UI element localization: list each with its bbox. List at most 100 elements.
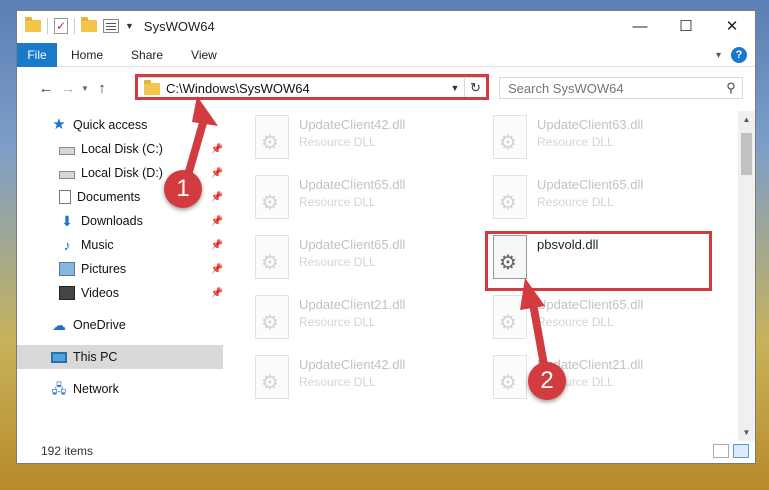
onedrive-icon: ☁ [52,317,66,333]
tab-file[interactable]: File [17,42,57,67]
refresh-icon[interactable]: ↻ [464,78,486,98]
item-count: 192 items [41,444,94,458]
pin-icon[interactable]: 📌 [211,168,223,179]
maximize-button[interactable]: ☐ [663,11,709,41]
file-name: UpdateClient65.dll [537,297,644,312]
back-arrow-icon[interactable]: ← [35,77,57,99]
file-type: Resource DLL [537,135,614,149]
address-bar[interactable]: C:\Windows\SysWOW64 ▼ ↻ [137,77,487,99]
pin-icon[interactable]: 📌 [211,192,223,203]
sidebar-item-label: Quick access [73,118,148,132]
sidebar-item-onedrive[interactable]: ☁ OneDrive [17,313,223,337]
file-item[interactable]: UpdateClient21.dllResource DLL [247,293,477,347]
sidebar-item-label: Local Disk (C:) [81,142,163,156]
navigation-bar: ← → ▼ ↑ C:\Windows\SysWOW64 ▼ ↻ ⚲ [17,73,755,103]
file-name: UpdateClient21.dll [299,297,406,312]
callout-badge-2: 2 [528,362,566,400]
navigation-pane: ★ Quick access Local Disk (C:) 📌 Local D… [17,111,223,441]
toolbar-divider [74,18,75,34]
sidebar-item-label: Music [81,238,114,252]
toolbar-divider [47,18,48,34]
recent-locations-chevron-icon[interactable]: ▼ [79,84,91,93]
file-name: UpdateClient42.dll [299,117,406,132]
sidebar-item-quick-access[interactable]: ★ Quick access [17,113,223,137]
new-folder-icon[interactable] [81,17,97,34]
sidebar-item-label: This PC [73,350,118,364]
sidebar-item-pictures[interactable]: Pictures 📌 [17,257,223,281]
pin-icon[interactable]: 📌 [211,144,223,155]
search-icon[interactable]: ⚲ [720,80,742,96]
dll-file-icon [493,115,527,159]
file-type: Resource DLL [299,375,376,389]
tab-view[interactable]: View [177,48,231,62]
sidebar-item-label: Videos [81,286,119,300]
sidebar-item-label: Documents [77,190,141,204]
sidebar-item-network[interactable]: 🖧 Network [17,377,223,401]
address-folder-icon [144,80,160,95]
view-switcher [709,444,749,458]
scroll-up-arrow-icon[interactable]: ▲ [738,111,755,128]
pin-icon[interactable]: 📌 [211,264,223,275]
file-item-pbsvold[interactable]: pbsvold.dll [485,233,715,287]
file-type: Resource DLL [299,255,376,269]
file-explorer-window: ✓ ▼ SysWOW64 — ☐ ✕ File Home Share View … [16,10,756,464]
file-item[interactable]: UpdateClient21.dllResource DLL [485,353,715,407]
file-name: UpdateClient65.dll [299,177,406,192]
documents-icon [59,190,71,204]
sidebar-item-this-pc[interactable]: This PC [17,345,223,369]
tab-share[interactable]: Share [117,48,177,62]
sidebar-item-label: Network [73,382,119,396]
expand-ribbon-chevron-icon[interactable]: ▾ [716,50,721,61]
tab-home[interactable]: Home [57,48,117,62]
close-button[interactable]: ✕ [709,11,755,41]
address-dropdown-chevron-icon[interactable]: ▼ [446,83,464,93]
search-box[interactable]: ⚲ [499,77,743,99]
large-icons-view-icon[interactable] [733,444,749,458]
pin-icon[interactable]: 📌 [211,216,223,227]
dll-file-icon [255,115,289,159]
minimize-button[interactable]: — [617,11,663,41]
sidebar-item-label: Local Disk (D:) [81,166,163,180]
sidebar-item-label: Pictures [81,262,127,276]
customize-toolbar-chevron-icon[interactable]: ▼ [125,21,134,31]
music-icon: ♪ [63,237,71,253]
pin-icon[interactable]: 📌 [211,288,223,299]
folder-icon [25,17,41,34]
dll-file-icon [255,295,289,339]
file-item[interactable]: UpdateClient42.dll Resource DLL [247,113,477,167]
sidebar-item-music[interactable]: ♪ Music 📌 [17,233,224,257]
file-name: UpdateClient63.dll [537,117,644,132]
sidebar-item-label: OneDrive [73,318,126,332]
address-path[interactable]: C:\Windows\SysWOW64 [166,81,446,96]
file-item[interactable]: UpdateClient65.dll Resource DLL [485,173,715,227]
file-item[interactable]: UpdateClient65.dll Resource DLL [247,233,477,287]
vertical-scrollbar[interactable]: ▲ ▼ [738,111,755,441]
sidebar-item-videos[interactable]: Videos 📌 [17,281,223,305]
help-icon[interactable]: ? [731,47,747,63]
scrollbar-thumb[interactable] [741,133,752,175]
file-item[interactable]: UpdateClient42.dll Resource DLL [247,353,477,407]
properties-icon[interactable] [103,19,119,33]
sidebar-item-downloads[interactable]: ⬇ Downloads 📌 [17,209,223,233]
this-pc-icon [51,351,67,363]
quick-access-star-icon: ★ [52,116,66,133]
sidebar-item-label: Downloads [81,214,143,228]
file-item[interactable]: UpdateClient63.dll Resource DLL [485,113,715,167]
dll-file-icon [255,235,289,279]
drive-icon [59,171,75,179]
file-item[interactable]: UpdateClient65.dll Resource DLL [247,173,477,227]
up-arrow-icon[interactable]: ↑ [91,77,113,99]
details-view-icon[interactable] [713,444,729,458]
file-type: Resource DLL [537,315,614,329]
file-item[interactable]: UpdateClient65.dll Resource DLL [485,293,715,347]
pin-icon[interactable]: 📌 [211,240,223,251]
window-controls: — ☐ ✕ [617,11,755,41]
sidebar-item-local-disk-c[interactable]: Local Disk (C:) 📌 [17,137,223,161]
forward-arrow-icon[interactable]: → [57,77,79,99]
dll-file-icon [255,175,289,219]
file-type: Resource DLL [299,135,376,149]
file-type: Resource DLL [299,195,376,209]
ribbon-tabs: File Home Share View ▾ ? [17,42,755,67]
properties-check-icon[interactable]: ✓ [54,18,68,34]
search-input[interactable] [500,80,720,96]
